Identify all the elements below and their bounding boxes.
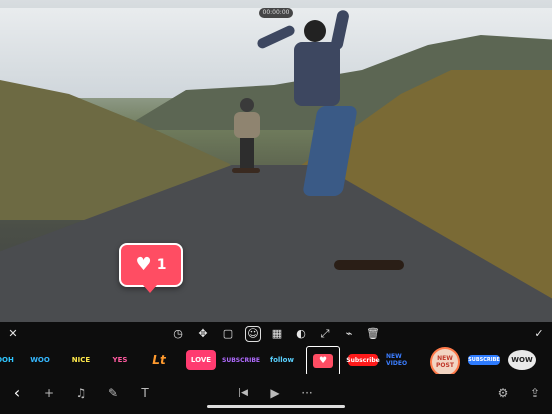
tag-icon[interactable]: ⌁ — [341, 326, 357, 342]
checkerboard-icon[interactable]: ▦ — [269, 326, 285, 342]
sticker-ooh[interactable]: OOH — [0, 350, 16, 370]
more-icon[interactable]: ··· — [298, 384, 316, 402]
add-icon[interactable]: + — [40, 384, 58, 402]
share-icon[interactable]: ⇪ — [526, 384, 544, 402]
video-preview[interactable]: ♥ 1 — [0, 0, 552, 322]
settings-icon[interactable]: ⚙ — [494, 384, 512, 402]
sticker-subscribe2[interactable]: SUBSCRIBE — [468, 355, 500, 365]
sticker-subscribe[interactable]: SUBSCRIBE — [222, 350, 260, 370]
sticker-nice[interactable]: NICE — [64, 350, 98, 370]
like-sticker-overlay[interactable]: ♥ 1 — [119, 243, 183, 293]
sticker-strip[interactable]: OOH WOO NICE YES Lt LOVE SUBSCRIBE follo… — [0, 346, 552, 374]
sticker-yes[interactable]: YES — [104, 350, 136, 370]
bottom-toolbar: ‹ + ♫ ✎ T |◀ ▶ ··· ⚙ ⇪ — [0, 374, 552, 414]
move-icon[interactable]: ✥ — [195, 326, 211, 342]
sticker-love[interactable]: LOVE — [186, 350, 216, 370]
done-icon[interactable]: ✓ — [531, 326, 547, 342]
sticker-lol[interactable]: Lt — [144, 350, 174, 370]
sticker-youtube[interactable]: Subscribe — [346, 354, 380, 366]
sticker-woo[interactable]: WOO — [24, 350, 56, 370]
close-icon[interactable]: ✕ — [5, 326, 21, 342]
skip-back-icon[interactable]: |◀ — [234, 384, 252, 402]
play-icon[interactable]: ▶ — [266, 384, 284, 402]
heart-icon: ♥ — [135, 254, 152, 275]
toggle-icon[interactable]: ◐ — [293, 326, 309, 342]
transform-icon[interactable]: ⤢ — [317, 326, 333, 342]
emoji-icon[interactable]: ☺ — [245, 326, 261, 342]
sticker-newpost[interactable]: NEW POST — [430, 347, 460, 374]
back-icon[interactable]: ‹ — [8, 384, 26, 402]
like-count: 1 — [156, 257, 167, 273]
crop-icon[interactable]: ▢ — [220, 326, 236, 342]
text-icon[interactable]: T — [136, 384, 154, 402]
home-indicator — [207, 405, 345, 408]
skater-foreground — [255, 9, 404, 270]
skater-background — [232, 98, 262, 176]
sticker-like[interactable]: ♥ — [306, 346, 340, 374]
sticker-newvideo[interactable]: NEW VIDEO — [386, 350, 420, 370]
timer-icon[interactable]: ◷ — [170, 326, 186, 342]
pen-icon[interactable]: ✎ — [104, 384, 122, 402]
sticker-burst[interactable]: WOW — [508, 350, 536, 370]
music-icon[interactable]: ♫ — [72, 384, 90, 402]
trash-icon[interactable]: 🗑 — [365, 326, 381, 342]
sticker-follow[interactable]: follow — [266, 350, 298, 370]
timecode: 00:00:00 — [259, 8, 293, 18]
sticker-toolbar: ✕ ◷ ✥ ▢ ☺ ▦ ◐ ⤢ ⌁ 🗑 ✓ — [0, 322, 552, 346]
